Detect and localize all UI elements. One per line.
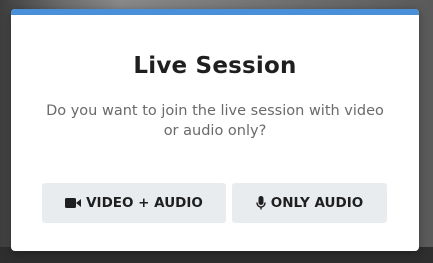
video-audio-label: VIDEO + AUDIO: [86, 195, 203, 211]
dialog-title: Live Session: [133, 53, 297, 79]
microphone-icon: [256, 196, 266, 210]
live-session-dialog: Live Session Do you want to join the liv…: [11, 9, 419, 251]
dialog-accent-bar: [11, 9, 419, 15]
only-audio-button[interactable]: ONLY AUDIO: [232, 183, 387, 223]
only-audio-label: ONLY AUDIO: [270, 195, 364, 211]
video-camera-icon: [65, 197, 82, 209]
video-audio-button[interactable]: VIDEO + AUDIO: [42, 183, 226, 223]
dialog-message: Do you want to join the live session wit…: [46, 103, 384, 139]
